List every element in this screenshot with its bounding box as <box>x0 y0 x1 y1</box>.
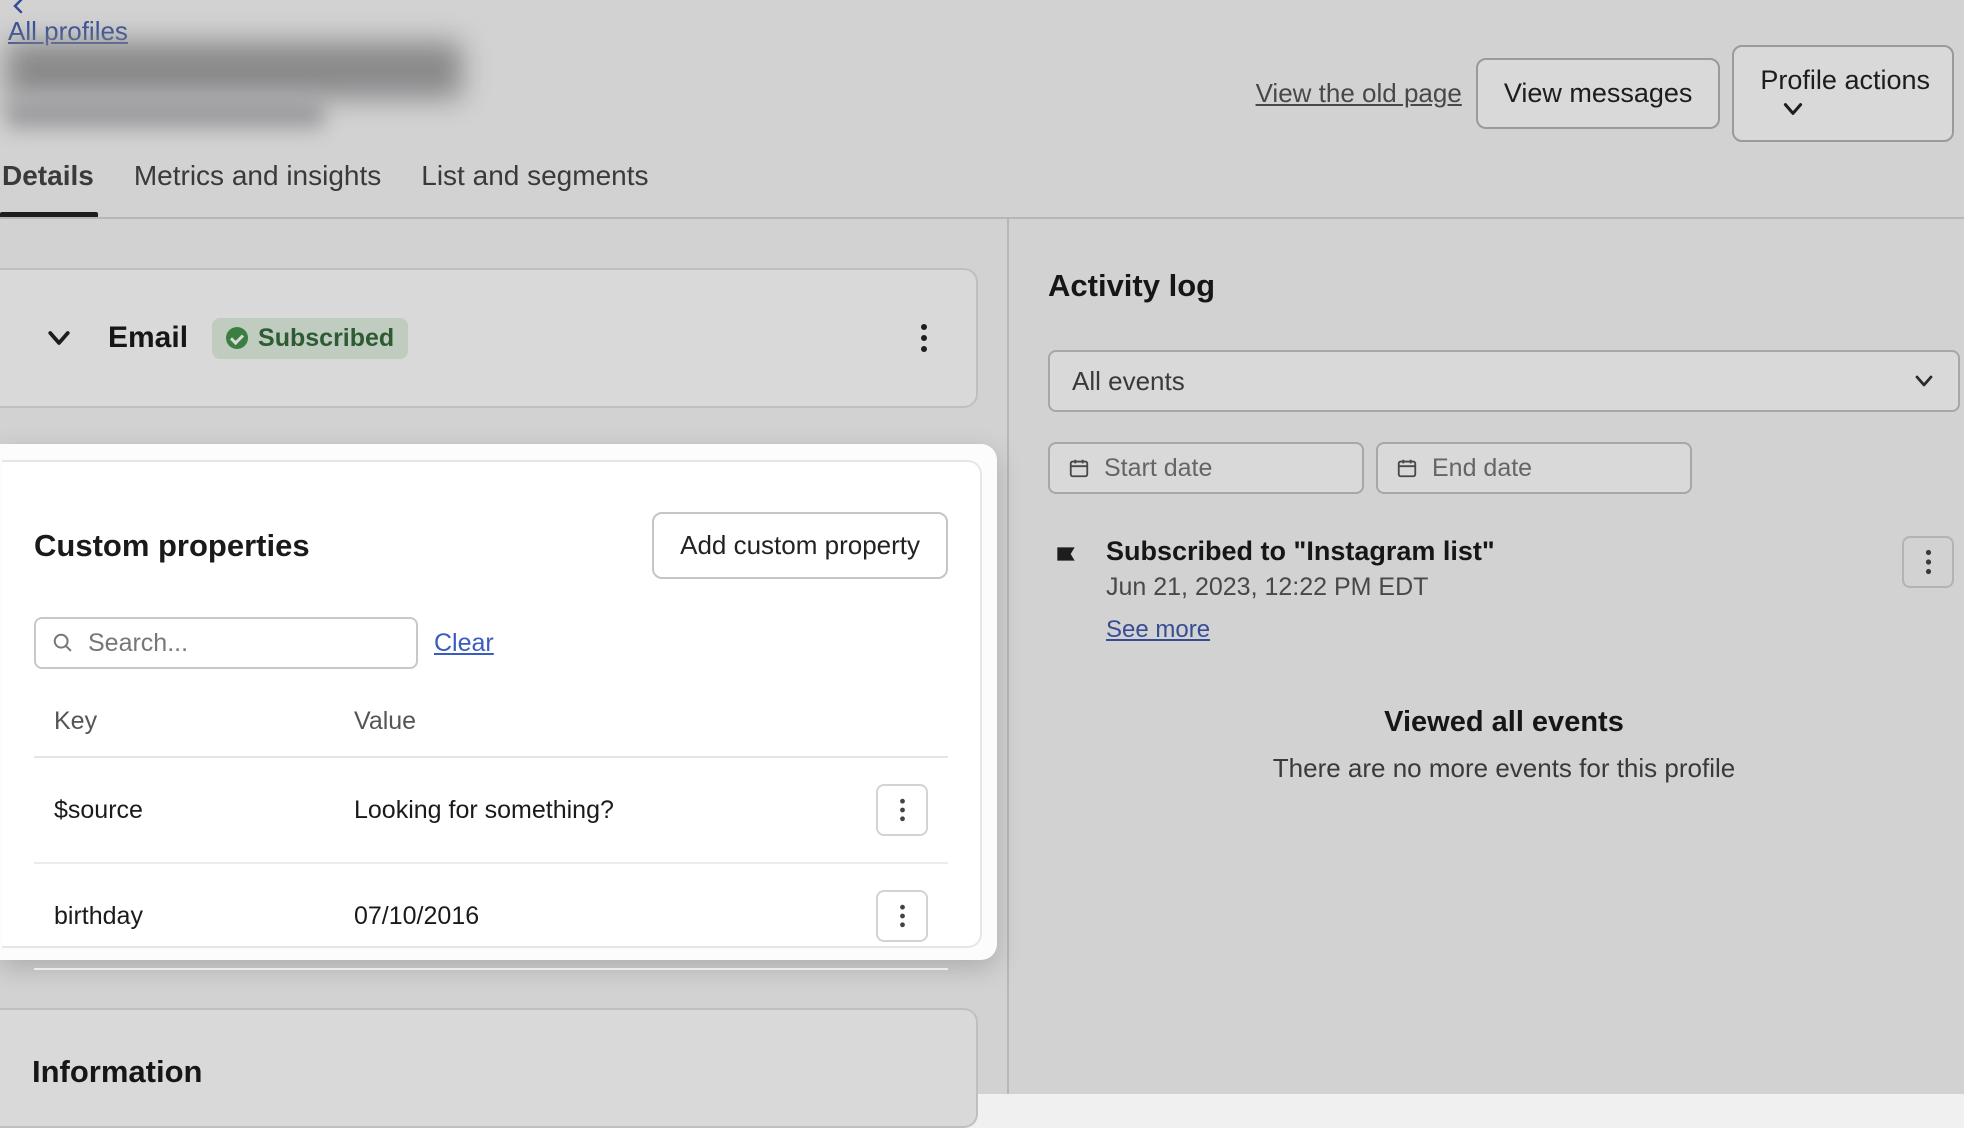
kebab-icon <box>899 798 906 822</box>
chevron-down-icon[interactable] <box>44 323 74 353</box>
tab-lists[interactable]: List and segments <box>421 160 648 214</box>
back-to-profiles-link[interactable]: All profiles <box>8 0 128 47</box>
prop-value: 07/10/2016 <box>354 902 848 931</box>
calendar-icon <box>1396 457 1418 479</box>
table-row: birthday 07/10/2016 <box>34 864 948 970</box>
event-see-more-link[interactable]: See more <box>1106 616 1210 643</box>
viewed-all-title: Viewed all events <box>1048 706 1960 739</box>
col-header-key: Key <box>54 707 354 736</box>
information-title: Information <box>32 1054 944 1090</box>
row-menu-button[interactable] <box>876 784 928 836</box>
view-old-page-link[interactable]: View the old page <box>1254 64 1464 123</box>
check-icon <box>226 327 248 349</box>
chevron-down-icon <box>1780 96 1806 122</box>
event-timestamp: Jun 21, 2023, 12:22 PM EDT <box>1106 573 1880 602</box>
end-date-input[interactable]: End date <box>1376 442 1692 494</box>
add-custom-property-button[interactable]: Add custom property <box>652 512 948 579</box>
kebab-icon <box>920 323 928 353</box>
row-menu-button[interactable] <box>876 890 928 942</box>
viewed-all-section: Viewed all events There are no more even… <box>1048 706 1960 784</box>
column-divider <box>1007 218 1009 1094</box>
information-card: Information <box>0 1008 978 1128</box>
search-placeholder-text: Search... <box>88 629 188 658</box>
profile-actions-label: Profile actions <box>1760 65 1930 95</box>
tab-divider-line <box>0 217 1964 219</box>
profile-email-heading-blurred <box>6 42 462 98</box>
custom-properties-card: Custom properties Add custom property Se… <box>2 460 982 948</box>
end-date-placeholder: End date <box>1432 454 1532 483</box>
email-card-title: Email <box>108 321 188 355</box>
event-filter-label: All events <box>1072 366 1185 397</box>
profile-tabs: Details Metrics and insights List and se… <box>2 160 649 214</box>
activity-log-title: Activity log <box>1048 268 1215 304</box>
profile-email-sub-blurred <box>6 98 324 128</box>
prop-value: Looking for something? <box>354 796 848 825</box>
event-menu-button[interactable] <box>1902 536 1954 588</box>
start-date-placeholder: Start date <box>1104 454 1212 483</box>
custom-properties-title: Custom properties <box>34 528 310 564</box>
event-title: Subscribed to "Instagram list" <box>1106 536 1880 567</box>
viewed-all-subtitle: There are no more events for this profil… <box>1048 753 1960 784</box>
kebab-icon <box>1925 549 1932 575</box>
arrow-left-icon <box>8 0 28 16</box>
status-badge-text: Subscribed <box>258 324 394 353</box>
chevron-down-icon <box>1912 369 1936 393</box>
start-date-input[interactable]: Start date <box>1048 442 1364 494</box>
custom-properties-table: Key Value $source Looking for something?… <box>34 699 948 970</box>
prop-key: birthday <box>54 902 354 931</box>
status-badge: Subscribed <box>212 318 408 359</box>
col-header-value: Value <box>354 707 848 736</box>
table-row: $source Looking for something? <box>34 758 948 864</box>
profile-actions-button[interactable]: Profile actions <box>1732 45 1954 142</box>
calendar-icon <box>1068 457 1090 479</box>
clear-search-link[interactable]: Clear <box>434 629 494 658</box>
custom-properties-search-input[interactable]: Search... <box>34 617 418 669</box>
kebab-icon <box>899 904 906 928</box>
activity-event-row: Subscribed to "Instagram list" Jun 21, 2… <box>1052 536 1954 644</box>
tab-metrics[interactable]: Metrics and insights <box>134 160 381 214</box>
tab-details[interactable]: Details <box>2 160 94 214</box>
email-card-menu-button[interactable] <box>904 318 944 358</box>
flag-icon <box>1052 542 1084 574</box>
prop-key: $source <box>54 796 354 825</box>
search-icon <box>52 632 74 654</box>
event-filter-select[interactable]: All events <box>1048 350 1960 412</box>
email-channel-card: Email Subscribed <box>0 268 978 408</box>
view-messages-button[interactable]: View messages <box>1476 58 1721 129</box>
